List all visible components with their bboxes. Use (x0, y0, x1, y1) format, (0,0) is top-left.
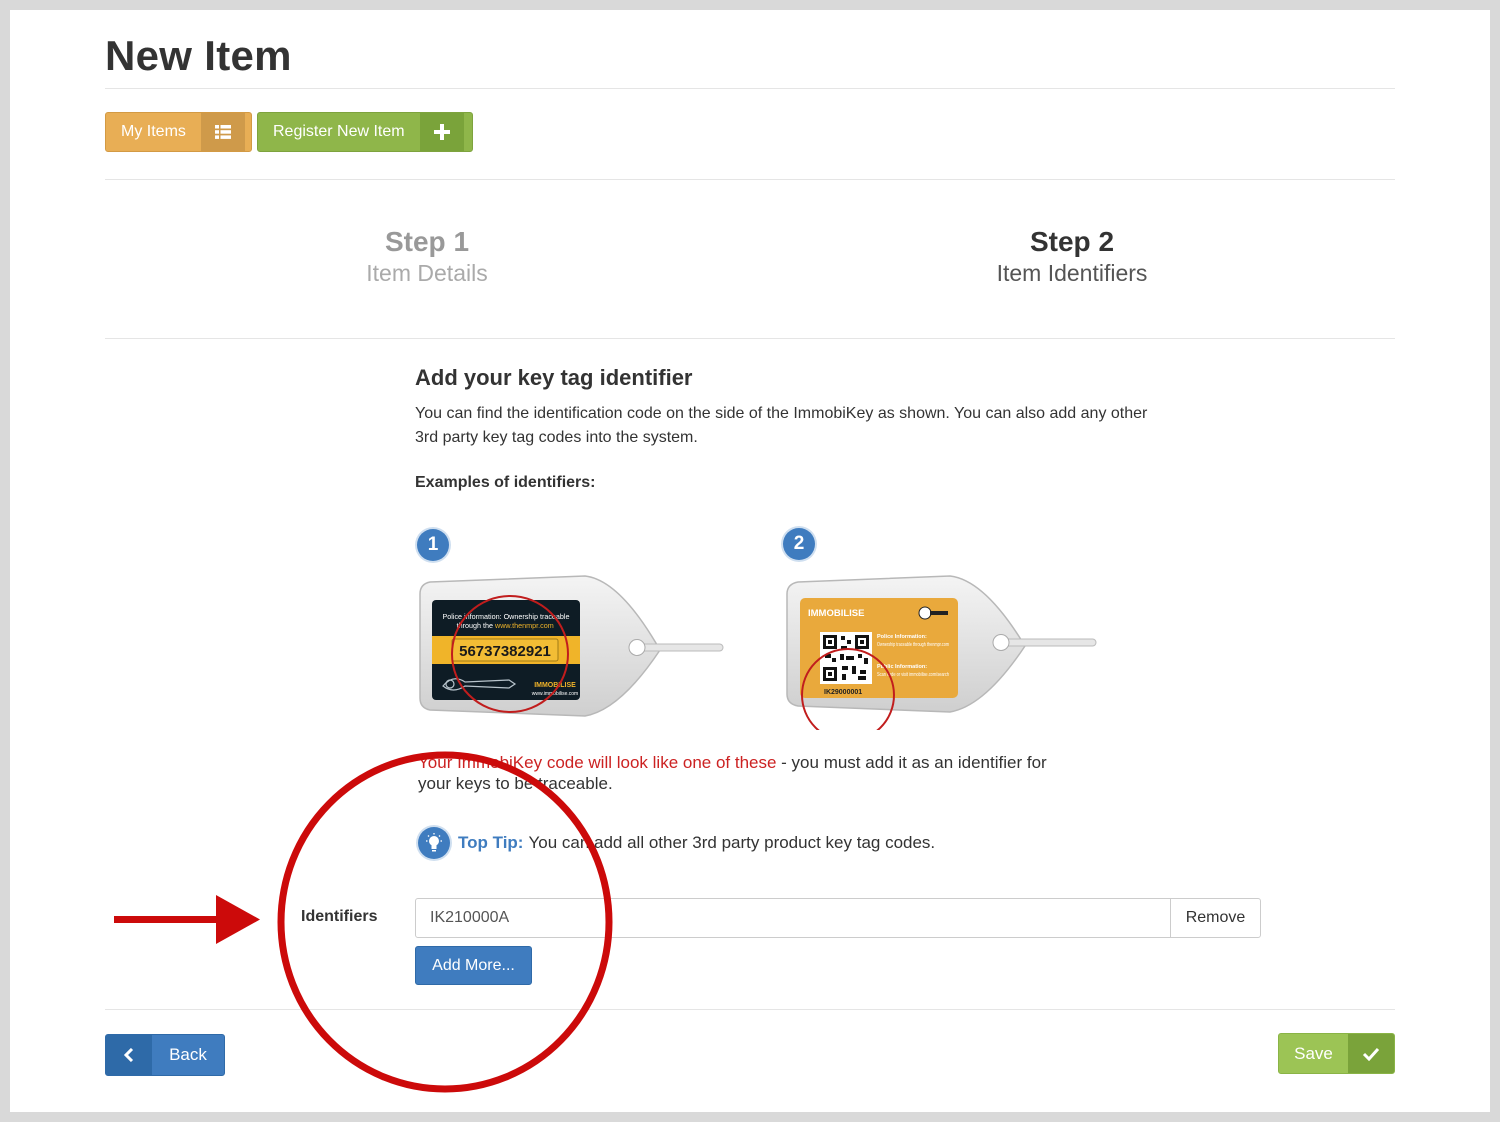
annotation-overlay (114, 751, 613, 1093)
register-new-item-button[interactable]: Register New Item (257, 112, 473, 152)
examples-heading: Examples of identifiers: (415, 474, 596, 491)
identifiers-label: Identifiers (301, 908, 378, 925)
step-2-title: Step 2 (1029, 226, 1115, 257)
plus-icon (419, 113, 464, 151)
back-button[interactable]: Back (105, 1034, 225, 1076)
save-button[interactable]: Save (1278, 1033, 1395, 1074)
tag-1-link-text: www.thenmpr.com (494, 621, 554, 630)
step-1: Step 1 Item Details (277, 226, 577, 287)
red-arrow-icon (114, 895, 260, 944)
tip-label: Top Tip: (458, 833, 524, 852)
tag-1-code: 56737382921 (459, 643, 551, 660)
lightbulb-icon (418, 827, 450, 859)
divider (105, 338, 1395, 339)
tip-text: You can add all other 3rd party product … (528, 833, 936, 852)
key-tag-example-1: Police information: Ownership traceable … (419, 575, 724, 717)
save-label: Save (1294, 1043, 1333, 1063)
example-1-number: 1 (417, 529, 449, 561)
step-2-subtitle: Item Identifiers (996, 260, 1148, 286)
register-new-item-label: Register New Item (273, 123, 405, 140)
immobikey-note: Your ImmobiKey code will look like one o… (418, 752, 1078, 794)
my-items-button[interactable]: My Items (105, 112, 252, 152)
divider (105, 179, 1395, 180)
tag-2-police-text: Ownership traceable through thenmpr.com (877, 642, 949, 648)
top-tip: Top Tip: You can add all other 3rd party… (418, 827, 935, 859)
divider (105, 88, 1395, 89)
add-more-button[interactable]: Add More... (415, 946, 532, 985)
remove-identifier-button[interactable]: Remove (1170, 898, 1261, 938)
page-title: New Item (105, 32, 292, 79)
divider (105, 1009, 1395, 1010)
check-icon (1348, 1034, 1394, 1073)
identifier-input[interactable] (415, 898, 1171, 938)
section-title: Add your key tag identifier (415, 365, 693, 390)
tag-2-code: IK29000001 (824, 689, 862, 696)
tag-1-brand: IMMOBILISE (534, 682, 576, 689)
step-1-subtitle: Item Details (366, 260, 488, 286)
my-items-label: My Items (121, 123, 186, 140)
example-2-number: 2 (783, 528, 815, 560)
note-highlight: Your ImmobiKey code will look like one o… (418, 753, 777, 772)
tag-2-police-heading: Police Information: (877, 634, 927, 640)
back-label: Back (169, 1045, 207, 1064)
step-2: Step 2 Item Identifiers (922, 226, 1222, 287)
key-tag-example-2: IMMOBILISE Police Information: Ownership… (786, 575, 1097, 730)
section-description: You can find the identification code on … (415, 405, 1148, 446)
list-icon (200, 113, 245, 151)
chevron-left-icon (106, 1035, 152, 1075)
step-1-title: Step 1 (384, 226, 470, 257)
page-frame: New Item My Items Register New Item Step… (10, 10, 1490, 1112)
tag-2-brand: IMMOBILISE (808, 608, 864, 619)
